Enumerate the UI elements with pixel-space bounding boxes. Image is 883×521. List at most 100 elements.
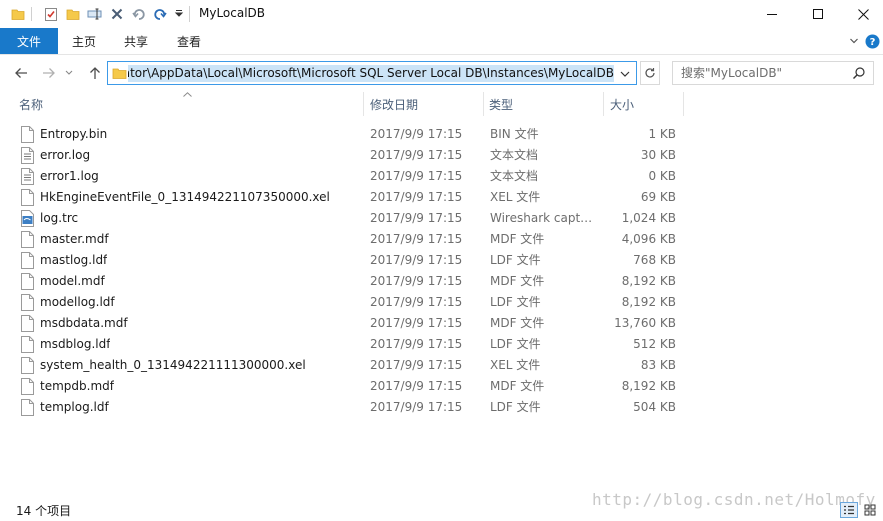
file-date: 2017/9/9 17:15 — [370, 127, 463, 141]
up-button[interactable] — [85, 63, 105, 83]
file-size: 4,096 KB — [621, 232, 676, 246]
file-row[interactable]: system_health_0_131494221111300000.xel 2… — [0, 355, 700, 376]
title-divider — [189, 6, 190, 22]
column-divider[interactable] — [603, 92, 604, 116]
help-button[interactable]: ? — [864, 33, 880, 49]
file-date: 2017/9/9 17:15 — [370, 169, 463, 183]
column-divider[interactable] — [483, 92, 484, 116]
forward-button[interactable] — [39, 63, 59, 83]
file-row[interactable]: log.trc 2017/9/9 17:15 Wireshark captu..… — [0, 208, 700, 229]
tab-home[interactable]: 主页 — [72, 28, 96, 54]
customize-toolbar-dropdown-icon[interactable] — [172, 6, 186, 22]
tab-share[interactable]: 共享 — [124, 28, 148, 54]
tab-view[interactable]: 查看 — [177, 28, 201, 54]
file-name: templog.ldf — [40, 400, 109, 414]
file-icon — [21, 399, 34, 416]
file-row[interactable]: modellog.ldf 2017/9/9 17:15 LDF 文件 8,192… — [0, 292, 700, 313]
file-row[interactable]: templog.ldf 2017/9/9 17:15 LDF 文件 504 KB — [0, 397, 700, 418]
file-icon — [21, 273, 34, 290]
undo-icon[interactable] — [151, 6, 169, 22]
file-date: 2017/9/9 17:15 — [370, 400, 463, 414]
file-icon — [21, 378, 34, 395]
file-type: LDF 文件 — [490, 400, 541, 414]
file-name: msdbdata.mdf — [40, 316, 128, 330]
refresh-button[interactable] — [640, 61, 660, 85]
file-date: 2017/9/9 17:15 — [370, 274, 463, 288]
details-view-button[interactable] — [840, 502, 858, 518]
file-date: 2017/9/9 17:15 — [370, 358, 463, 372]
address-path-text: ...ator\AppData\Local\Microsoft\Microsof… — [128, 66, 614, 80]
column-header-size[interactable]: 大小 — [610, 92, 634, 116]
close-button[interactable] — [840, 0, 883, 28]
file-row[interactable]: msdblog.ldf 2017/9/9 17:15 LDF 文件 512 KB — [0, 334, 700, 355]
address-path-field[interactable]: ...ator\AppData\Local\Microsoft\Microsof… — [128, 65, 614, 82]
file-type: Wireshark captu... — [490, 211, 598, 225]
search-input[interactable] — [673, 62, 851, 84]
rename-icon[interactable] — [86, 6, 104, 22]
search-icon[interactable] — [852, 66, 866, 83]
file-icon — [21, 357, 34, 374]
file-icon — [21, 252, 34, 269]
file-type: XEL 文件 — [490, 358, 541, 372]
file-name: model.mdf — [40, 274, 105, 288]
file-name: tempdb.mdf — [40, 379, 114, 393]
tab-file[interactable]: 文件 — [0, 28, 58, 54]
recent-locations-button[interactable] — [62, 63, 76, 83]
file-row[interactable]: master.mdf 2017/9/9 17:15 MDF 文件 4,096 K… — [0, 229, 700, 250]
file-date: 2017/9/9 17:15 — [370, 337, 463, 351]
expand-ribbon-button[interactable] — [846, 33, 862, 49]
file-row[interactable]: error1.log 2017/9/9 17:15 文本文档 0 KB — [0, 166, 700, 187]
file-date: 2017/9/9 17:15 — [370, 148, 463, 162]
close-icon — [857, 8, 869, 20]
file-icon — [21, 126, 34, 143]
file-name: error1.log — [40, 169, 99, 183]
large-icons-view-button[interactable] — [861, 502, 879, 518]
address-dropdown-button[interactable] — [617, 66, 633, 82]
file-row[interactable]: tempdb.mdf 2017/9/9 17:15 MDF 文件 8,192 K… — [0, 376, 700, 397]
file-size: 768 KB — [633, 253, 676, 267]
delete-icon[interactable] — [108, 6, 126, 22]
file-row[interactable]: msdbdata.mdf 2017/9/9 17:15 MDF 文件 13,76… — [0, 313, 700, 334]
redo-icon[interactable] — [130, 6, 148, 22]
file-type: LDF 文件 — [490, 337, 541, 351]
file-name: mastlog.ldf — [40, 253, 108, 267]
file-type: MDF 文件 — [490, 379, 545, 393]
search-box[interactable] — [672, 61, 874, 85]
toolbar-divider — [31, 7, 32, 21]
minimize-icon — [767, 14, 777, 15]
column-divider[interactable] — [363, 92, 364, 116]
file-row[interactable]: Entropy.bin 2017/9/9 17:15 BIN 文件 1 KB — [0, 124, 700, 145]
new-folder-icon[interactable] — [64, 6, 82, 22]
file-date: 2017/9/9 17:15 — [370, 295, 463, 309]
chevron-down-icon — [620, 71, 630, 77]
back-button[interactable] — [11, 63, 31, 83]
file-row[interactable]: HkEngineEventFile_0_131494221107350000.x… — [0, 187, 700, 208]
file-name: system_health_0_131494221111300000.xel — [40, 358, 306, 372]
minimize-button[interactable] — [749, 0, 795, 28]
column-header-type[interactable]: 类型 — [489, 92, 513, 116]
file-type: 文本文档 — [490, 169, 539, 183]
file-size: 1 KB — [648, 127, 676, 141]
address-bar[interactable]: ...ator\AppData\Local\Microsoft\Microsof… — [107, 61, 637, 85]
file-date: 2017/9/9 17:15 — [370, 190, 463, 204]
properties-icon[interactable] — [42, 6, 60, 22]
file-type: MDF 文件 — [490, 274, 545, 288]
chevron-down-icon — [65, 70, 73, 75]
column-divider[interactable] — [683, 92, 684, 116]
file-icon — [21, 231, 34, 248]
file-date: 2017/9/9 17:15 — [370, 316, 463, 330]
folder-icon — [112, 66, 127, 83]
file-type: LDF 文件 — [490, 295, 541, 309]
file-name: log.trc — [40, 211, 79, 225]
file-date: 2017/9/9 17:15 — [370, 232, 463, 246]
column-header-name[interactable]: 名称 — [19, 92, 43, 116]
file-row[interactable]: error.log 2017/9/9 17:15 文本文档 30 KB — [0, 145, 700, 166]
file-size: 8,192 KB — [621, 379, 676, 393]
details-view-icon — [844, 505, 854, 515]
column-header-date[interactable]: 修改日期 — [370, 92, 418, 116]
file-row[interactable]: mastlog.ldf 2017/9/9 17:15 LDF 文件 768 KB — [0, 250, 700, 271]
refresh-icon — [645, 68, 655, 78]
file-row[interactable]: model.mdf 2017/9/9 17:15 MDF 文件 8,192 KB — [0, 271, 700, 292]
file-name: HkEngineEventFile_0_131494221107350000.x… — [40, 190, 330, 204]
maximize-button[interactable] — [795, 0, 841, 28]
